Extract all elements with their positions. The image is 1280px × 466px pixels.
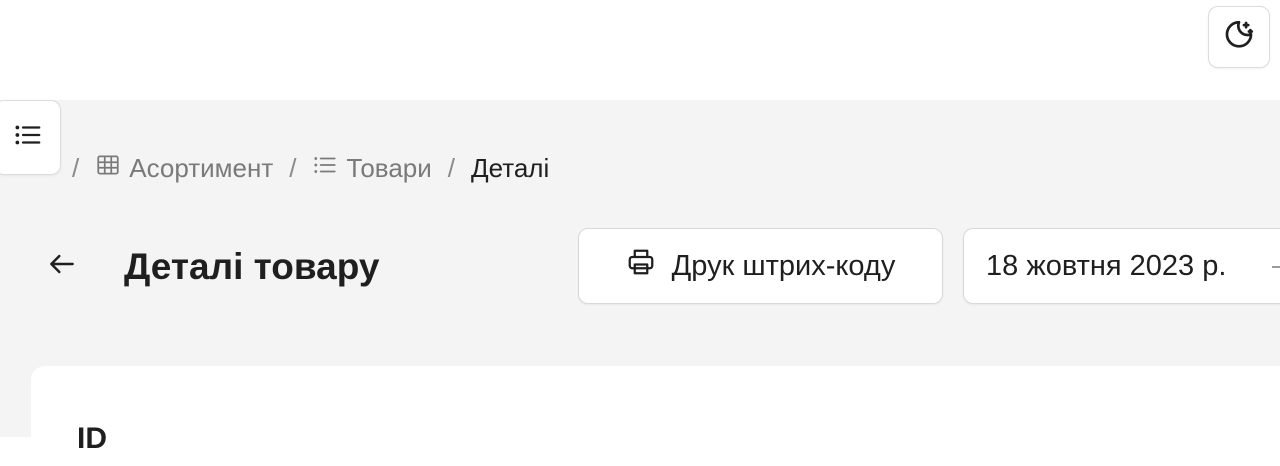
field-label-id: ID — [77, 422, 107, 455]
breadcrumb: / Асортимент / Товари / Деталі — [30, 152, 549, 184]
breadcrumb-item-assortment[interactable]: Асортимент — [95, 152, 273, 185]
date-value: 18 жовтня 2023 р. — [986, 249, 1227, 282]
date-field[interactable]: 18 жовтня 2023 р. — [963, 228, 1280, 304]
list-icon — [312, 152, 338, 185]
back-button[interactable] — [40, 244, 84, 288]
print-barcode-button[interactable]: Друк штрих-коду — [578, 228, 943, 304]
table-icon — [95, 152, 121, 185]
date-field-indicator — [1272, 266, 1280, 268]
breadcrumb-item-details: Деталі — [471, 153, 549, 184]
print-barcode-label: Друк штрих-коду — [671, 249, 896, 282]
theme-toggle-button[interactable] — [1208, 6, 1270, 68]
sidebar-toggle-button[interactable] — [0, 100, 61, 175]
printer-icon — [626, 247, 656, 285]
breadcrumb-label: Асортимент — [129, 152, 274, 183]
breadcrumb-separator: / — [447, 152, 455, 183]
breadcrumb-label: Деталі — [471, 152, 550, 183]
list-icon — [13, 120, 43, 155]
details-card: ID — [31, 366, 1280, 466]
breadcrumb-separator: / — [72, 152, 80, 183]
arrow-left-icon — [46, 248, 78, 285]
breadcrumb-label: Товари — [346, 152, 432, 183]
top-bar — [0, 0, 1280, 100]
breadcrumb-item-products[interactable]: Товари — [312, 152, 432, 185]
page-title: Деталі товару — [124, 246, 380, 287]
breadcrumb-separator: / — [289, 152, 297, 183]
moon-stars-icon — [1222, 18, 1256, 57]
